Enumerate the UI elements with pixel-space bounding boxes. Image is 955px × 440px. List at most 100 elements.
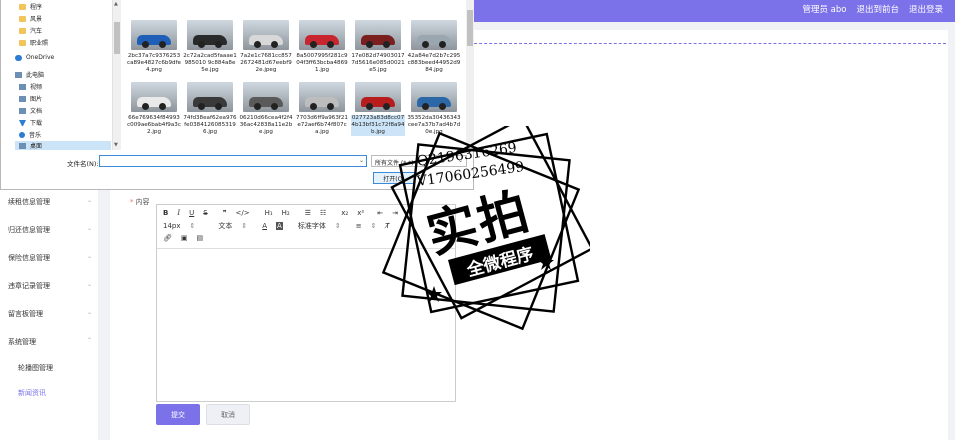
nav-label: 汽车 — [30, 28, 43, 35]
align-icon[interactable]: ≡ — [356, 222, 362, 230]
font-family-select[interactable]: 标准字体 — [298, 221, 326, 231]
sidebar-item-label: 留言板管理 — [8, 310, 43, 318]
sidebar-item-messages[interactable]: 留言板管理 ⌄ — [8, 309, 92, 319]
superscript-icon[interactable]: x² — [357, 209, 364, 217]
wheel — [254, 41, 261, 48]
link-icon[interactable]: 🔗︎ — [163, 234, 172, 242]
wheel — [366, 103, 373, 110]
wheel — [366, 41, 373, 48]
heading2-icon[interactable]: H₂ — [282, 209, 290, 217]
nav-item-onedrive[interactable]: OneDrive — [15, 54, 54, 61]
nav-label: 桌面 — [30, 143, 43, 150]
back-to-frontend-link[interactable]: 退出到前台 — [856, 3, 899, 15]
file-name: 66e769634f84993c009ae6bab4f9a3c2.jpg — [127, 115, 181, 135]
bullet-list-icon[interactable]: ☷ — [320, 209, 326, 217]
file-name: 2c72a2cad5faaae1985010 9c884a8e5e.jpg — [183, 53, 237, 73]
scrollbar-thumb[interactable] — [467, 10, 473, 46]
car-thumbnail — [411, 82, 457, 112]
font-color-icon[interactable]: A — [262, 222, 267, 230]
dialog-navigation-pane: 程序 风景 汽车 职业照 OneDrive 此电脑 视频 图片 文档 下载 音乐… — [1, 0, 113, 150]
nav-item-documents[interactable]: 文档 — [19, 106, 42, 115]
wheel — [198, 41, 205, 48]
cloud-icon — [15, 54, 22, 61]
sidebar-item-carousel[interactable]: 轮播图管理 — [18, 363, 53, 373]
background-color-icon[interactable]: A — [276, 222, 283, 230]
sidebar-item-system[interactable]: 系统管理 ⌃ — [8, 337, 92, 347]
download-icon — [19, 119, 26, 126]
wheel — [159, 103, 166, 110]
chevron-down-icon[interactable]: ⌄ — [359, 157, 364, 164]
submit-button[interactable]: 提交 — [156, 404, 200, 425]
wheel — [310, 103, 317, 110]
chevron-down-icon: ⌄ — [86, 253, 92, 260]
wheel — [310, 41, 317, 48]
file-name: 8a5007995f281c904f3ff63bcba48691.jpg — [296, 53, 348, 73]
scroll-up-icon[interactable]: ▲ — [114, 1, 118, 7]
nav-scrollbar[interactable]: ▲ ▼ — [113, 0, 121, 150]
subscript-icon[interactable]: x₂ — [341, 209, 348, 217]
image-icon[interactable]: ▣ — [181, 234, 188, 242]
wheel — [271, 41, 278, 48]
italic-icon[interactable]: I — [177, 209, 180, 217]
sidebar-item-news[interactable]: 新闻资讯 — [18, 388, 46, 398]
filename-input[interactable]: ⌄ — [99, 155, 367, 167]
wheel — [142, 41, 149, 48]
sidebar-item-renewal[interactable]: 续租信息管理 ⌄ — [8, 197, 92, 207]
wheel — [422, 41, 429, 48]
nav-item-portraits[interactable]: 职业照 — [19, 38, 48, 47]
blockquote-icon[interactable]: ❞ — [223, 209, 227, 217]
wheel — [254, 103, 261, 110]
wheel — [159, 41, 166, 48]
file-name: 7703d6ff9a963f21e72aef6b74f807ca.jpg — [296, 115, 348, 135]
nav-item-programs[interactable]: 程序 — [19, 2, 42, 11]
sidebar-item-violation[interactable]: 违章记录管理 ⌄ — [8, 281, 92, 291]
wheel — [142, 103, 149, 110]
code-icon[interactable]: </> — [235, 209, 249, 217]
paragraph-select[interactable]: 文本 — [218, 221, 232, 231]
strikethrough-icon[interactable]: S — [203, 209, 207, 217]
bold-icon[interactable]: B — [163, 209, 168, 217]
wheel — [439, 41, 446, 48]
wheel — [383, 41, 390, 48]
file-name: 7a2e1c7681cc8572672481d67eebf92e.jpeg — [240, 53, 292, 73]
chevron-down-icon: ⌄ — [86, 225, 92, 232]
scrollbar-thumb[interactable] — [114, 22, 120, 54]
nav-item-downloads[interactable]: 下载 — [19, 118, 42, 127]
sidebar-item-return[interactable]: 归还信息管理 ⌄ — [8, 225, 92, 235]
admin-user-label[interactable]: 管理员 abo — [802, 3, 846, 15]
wheel — [215, 103, 222, 110]
editor-toolbar-row-2: 14px ⇕ 文本 ⇕ A A 标准字体 ⇕ ≡ ⇕ T̸ — [163, 221, 390, 231]
cancel-button[interactable]: 取消 — [206, 404, 250, 425]
folder-icon — [19, 27, 26, 34]
chevron-down-icon: ⌄ — [86, 309, 92, 316]
nav-item-videos[interactable]: 视频 — [19, 82, 42, 91]
sidebar-item-label: 系统管理 — [8, 338, 36, 346]
nav-item-scenery[interactable]: 风景 — [19, 14, 42, 23]
heading1-icon[interactable]: H₁ — [265, 209, 273, 217]
nav-item-music[interactable]: 音乐 — [19, 130, 41, 139]
nav-item-this-pc[interactable]: 此电脑 — [15, 70, 44, 79]
chevron-updown-icon: ⇕ — [189, 222, 196, 230]
nav-item-cars[interactable]: 汽车 — [19, 26, 42, 35]
content-label-text: 内容 — [135, 198, 150, 206]
file-name: 42a84e7d2b7c295c883beed44952d984.jpg — [407, 53, 461, 73]
wheel — [383, 103, 390, 110]
nav-item-pictures[interactable]: 图片 — [19, 94, 42, 103]
scroll-down-icon[interactable]: ▼ — [114, 142, 118, 148]
sidebar-item-label: 续租信息管理 — [8, 198, 50, 206]
car-thumbnail — [131, 82, 177, 112]
font-size-select[interactable]: 14px — [163, 222, 181, 230]
video-icon[interactable]: ▤ — [197, 234, 204, 242]
nav-label: 风景 — [30, 16, 43, 23]
sidebar-item-insurance[interactable]: 保险信息管理 ⌄ — [8, 253, 92, 263]
logout-link[interactable]: 退出登录 — [909, 3, 943, 15]
file-name: 2bc37a7c9376253ca89e4827c6b9dfe4.png — [127, 53, 182, 73]
filename-label: 文件名(N): — [67, 160, 99, 168]
nav-item-desktop[interactable]: 桌面 — [15, 141, 111, 150]
file-name: 06210d66cea4f2f436ac42838a11e2be.jpg — [239, 115, 293, 135]
nav-label: 下载 — [30, 120, 43, 127]
ordered-list-icon[interactable]: ☰ — [305, 209, 311, 217]
content-field-label: * 内容 — [130, 197, 150, 207]
underline-icon[interactable]: U — [189, 209, 194, 217]
car-thumbnail — [411, 20, 457, 50]
